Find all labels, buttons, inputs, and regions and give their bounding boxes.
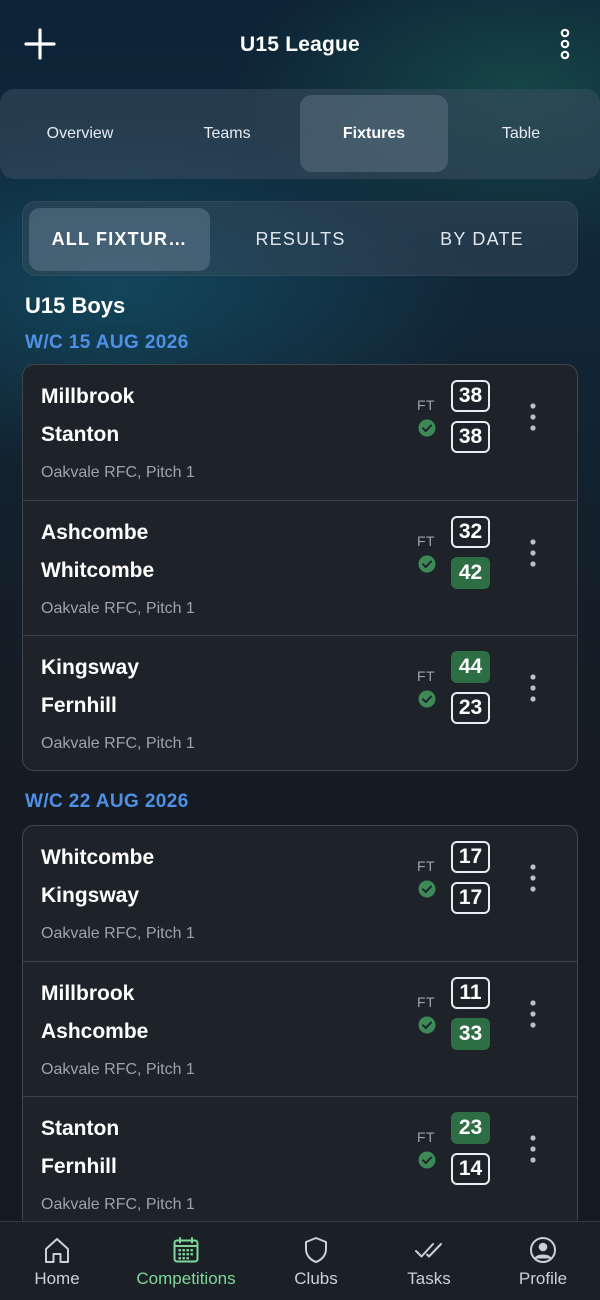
away-score: 33 [451,1018,490,1050]
week-label: W/C 22 AUG 2026 [25,791,189,812]
venue: Oakvale RFC, Pitch 1 [41,925,195,942]
nav-label: Tasks [407,1269,451,1288]
fixture-more-button[interactable] [521,998,545,1030]
fixture-row[interactable]: Stanton Fernhill Oakvale RFC, Pitch 1 FT… [23,1096,577,1231]
nav-tasks[interactable]: Tasks [394,1222,464,1300]
section-title: U15 Boys [25,293,126,318]
fixture-more-button[interactable] [521,1133,545,1165]
venue: Oakvale RFC, Pitch 1 [41,464,195,481]
fixture-more-button[interactable] [521,401,545,433]
subtab-by-date[interactable]: BY DATE [391,208,573,271]
fixture-row[interactable]: Whitcombe Kingsway Oakvale RFC, Pitch 1 … [23,826,577,961]
away-team: Stanton [41,423,120,446]
nav-label: Competitions [136,1269,236,1288]
home-team: Millbrook [41,385,135,408]
more-vertical-icon [530,1135,536,1163]
home-score: 23 [451,1112,490,1144]
more-vertical-icon [530,864,536,892]
venue: Oakvale RFC, Pitch 1 [41,600,195,617]
fixture-row[interactable]: Ashcombe Whitcombe Oakvale RFC, Pitch 1 … [23,500,577,635]
home-score: 38 [451,380,490,412]
tab-teams[interactable]: Teams [153,95,301,172]
more-vertical-icon [530,674,536,702]
subtab-all-fixtures[interactable]: ALL FIXTUR… [29,208,210,271]
fixture-filter-tabs: ALL FIXTUR… RESULTS BY DATE [22,201,578,276]
home-team: Kingsway [41,656,140,679]
more-vertical-icon [560,28,570,60]
match-status: FT [417,994,436,1010]
away-team: Fernhill [41,694,117,717]
double-check-icon [414,1235,444,1265]
bottom-navigation: Home Competitions Clubs Tasks Profile [0,1221,600,1300]
check-circle-icon [418,880,436,898]
nav-competitions[interactable]: Competitions [126,1222,246,1300]
tab-overview[interactable]: Overview [6,95,154,172]
check-circle-icon [418,419,436,437]
away-score: 23 [451,692,490,724]
away-team: Fernhill [41,1155,117,1178]
check-circle-icon [418,555,436,573]
subtab-results[interactable]: RESULTS [210,208,391,271]
match-status: FT [417,668,436,684]
nav-label: Clubs [294,1269,338,1288]
shield-icon [301,1235,331,1265]
away-score: 17 [451,882,490,914]
home-score: 11 [451,977,490,1009]
fixture-row[interactable]: Millbrook Stanton Oakvale RFC, Pitch 1 F… [23,365,577,500]
profile-icon [528,1235,558,1265]
tab-table[interactable]: Table [447,95,595,172]
match-status: FT [417,1129,436,1145]
fixture-more-button[interactable] [521,537,545,569]
venue: Oakvale RFC, Pitch 1 [41,1061,195,1078]
away-score: 38 [451,421,490,453]
home-team: Whitcombe [41,846,155,869]
home-score: 17 [451,841,490,873]
page-title: U15 League [240,33,360,56]
home-icon [42,1235,72,1265]
more-vertical-icon [530,403,536,431]
nav-label: Home [34,1269,80,1288]
tab-fixtures[interactable]: Fixtures [300,95,448,172]
match-status: FT [417,858,436,874]
away-score: 14 [451,1153,490,1185]
top-bar: U15 League [0,0,600,90]
app-screen: U15 League Overview Teams Fixtures Table… [0,0,600,1300]
nav-profile[interactable]: Profile [508,1222,578,1300]
main-tabs: Overview Teams Fixtures Table [0,89,600,179]
more-options-button[interactable] [550,26,580,62]
nav-clubs[interactable]: Clubs [281,1222,351,1300]
home-score: 44 [451,651,490,683]
fixture-row[interactable]: Kingsway Fernhill Oakvale RFC, Pitch 1 F… [23,635,577,770]
away-team: Kingsway [41,884,140,907]
venue: Oakvale RFC, Pitch 1 [41,735,195,752]
away-team: Ashcombe [41,1020,149,1043]
week-label: W/C 15 AUG 2026 [25,332,189,353]
fixture-more-button[interactable] [521,672,545,704]
more-vertical-icon [530,539,536,567]
nav-home[interactable]: Home [22,1222,92,1300]
match-status: FT [417,533,436,549]
check-circle-icon [418,1016,436,1034]
home-team: Ashcombe [41,521,149,544]
home-score: 32 [451,516,490,548]
away-team: Whitcombe [41,559,155,582]
match-status: FT [417,397,436,413]
nav-label: Profile [518,1269,568,1288]
fixture-row[interactable]: Millbrook Ashcombe Oakvale RFC, Pitch 1 … [23,961,577,1096]
check-circle-icon [418,690,436,708]
venue: Oakvale RFC, Pitch 1 [41,1196,195,1213]
check-circle-icon [418,1151,436,1169]
away-score: 42 [451,557,490,589]
fixture-card: Whitcombe Kingsway Oakvale RFC, Pitch 1 … [22,825,578,1245]
home-team: Millbrook [41,982,135,1005]
fixture-card: Millbrook Stanton Oakvale RFC, Pitch 1 F… [22,364,578,771]
fixture-more-button[interactable] [521,862,545,894]
home-team: Stanton [41,1117,120,1140]
calendar-icon [171,1235,201,1265]
more-vertical-icon [530,1000,536,1028]
